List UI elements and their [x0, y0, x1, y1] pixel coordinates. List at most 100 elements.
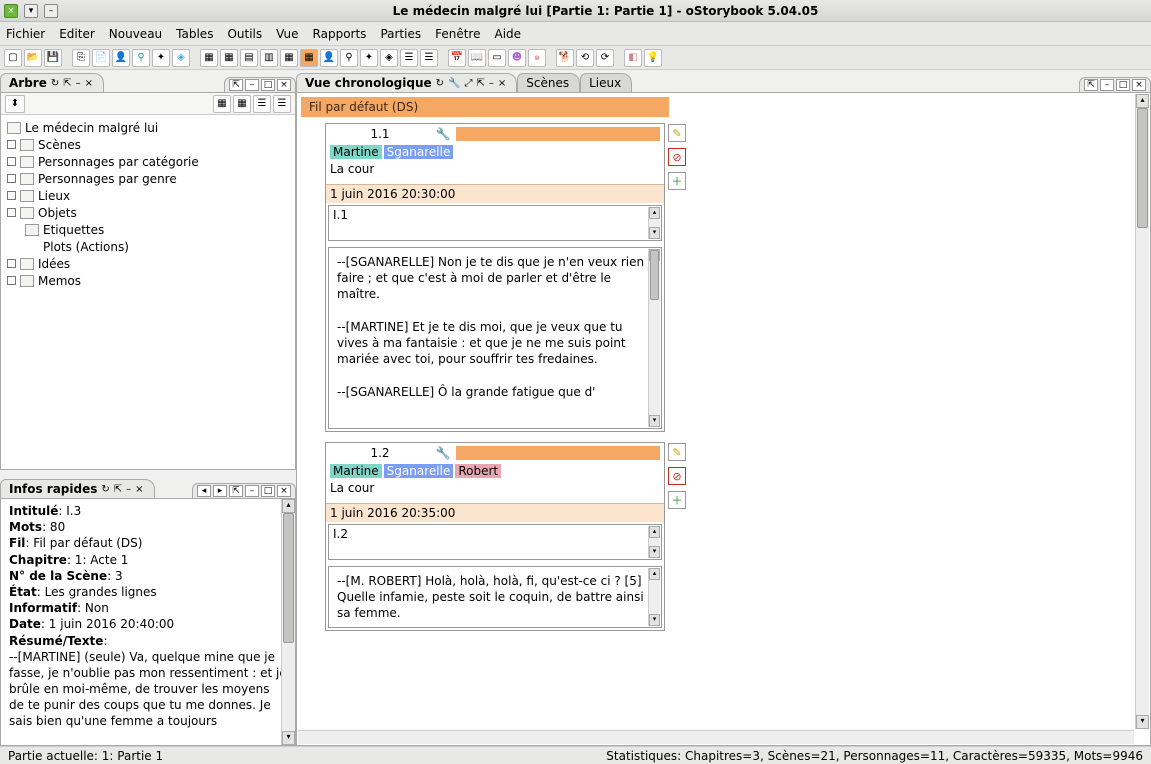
expand-icon[interactable] — [7, 174, 16, 183]
scrollbar[interactable]: ▴▾ — [648, 207, 660, 239]
grid-orange-icon[interactable]: ▦ — [300, 49, 318, 67]
menu-tables[interactable]: Tables — [176, 27, 213, 41]
panel-pin-icon[interactable]: ⇱ — [229, 79, 243, 91]
grid2-icon[interactable]: ▦ — [220, 49, 238, 67]
menu-aide[interactable]: Aide — [494, 27, 521, 41]
expand-icon[interactable] — [7, 191, 16, 200]
panel-close-icon[interactable]: × — [277, 485, 291, 497]
tree-view3-icon[interactable]: ☰ — [253, 95, 271, 113]
character-chip[interactable]: Martine — [330, 464, 382, 478]
scene-delete-button[interactable]: ⊘ — [668, 148, 686, 166]
tree-mode-icon[interactable]: ⬍ — [5, 95, 25, 113]
wrench-icon[interactable]: 🔧 — [434, 446, 452, 460]
tree-node-lieux[interactable]: Lieux — [7, 187, 289, 204]
close-icon[interactable]: × — [498, 78, 506, 89]
tag2-icon[interactable]: ◈ — [380, 49, 398, 67]
panel-min-icon[interactable]: – — [245, 485, 259, 497]
panel-max-icon[interactable]: □ — [1116, 79, 1130, 91]
expand-icon[interactable]: ⤢ — [465, 78, 473, 89]
tree-root[interactable]: Le médecin malgré lui — [7, 119, 289, 136]
chrono-hscrollbar[interactable] — [298, 730, 1134, 744]
menu-rapports[interactable]: Rapports — [313, 27, 367, 41]
tree-node-scenes[interactable]: Scènes — [7, 136, 289, 153]
scene-add-button[interactable]: ＋ — [668, 172, 686, 190]
panel-max-icon[interactable]: □ — [261, 79, 275, 91]
eraser-icon[interactable]: ◧ — [624, 49, 642, 67]
refresh-icon[interactable]: ↻ — [51, 78, 59, 89]
tree-view[interactable]: Le médecin malgré lui Scènes Personnages… — [1, 115, 295, 469]
panel-pin-icon[interactable]: ⇱ — [1084, 79, 1098, 91]
scroll-down-icon[interactable]: ▾ — [1136, 715, 1149, 729]
bulb-icon[interactable]: 💡 — [644, 49, 662, 67]
expand-icon[interactable] — [7, 140, 16, 149]
character-chip[interactable]: Martine — [330, 145, 382, 159]
list-icon[interactable]: ☰ — [400, 49, 418, 67]
menu-fenetre[interactable]: Fenêtre — [435, 27, 480, 41]
tag-icon[interactable]: ◈ — [172, 49, 190, 67]
expand-icon[interactable] — [7, 157, 16, 166]
menu-vue[interactable]: Vue — [276, 27, 298, 41]
paste-icon[interactable]: 📄 — [92, 49, 110, 67]
menu-editer[interactable]: Editer — [59, 27, 95, 41]
scene-add-button[interactable]: ＋ — [668, 491, 686, 509]
scroll-thumb[interactable] — [1137, 108, 1148, 228]
pin-icon[interactable]: ⇱ — [114, 484, 122, 495]
grid3-icon[interactable]: ▤ — [240, 49, 258, 67]
copy-icon[interactable]: ⎘ — [72, 49, 90, 67]
list2-icon[interactable]: ☰ — [420, 49, 438, 67]
tree-node-perso-genre[interactable]: Personnages par genre — [7, 170, 289, 187]
calendar-icon[interactable]: 📅 — [448, 49, 466, 67]
infos-tab[interactable]: Infos rapides ↻ ⇱ – × — [0, 479, 155, 498]
scrollbar[interactable]: ▴▾ — [648, 568, 660, 626]
panel-min-icon[interactable]: – — [1100, 79, 1114, 91]
scene-slug-field[interactable]: I.1 ▴▾ — [328, 205, 662, 241]
menu-nouveau[interactable]: Nouveau — [109, 27, 162, 41]
star2-icon[interactable]: ✦ — [360, 49, 378, 67]
panel-close-icon[interactable]: × — [277, 79, 291, 91]
panel-next-icon[interactable]: ▸ — [213, 485, 227, 497]
scene-slug-field[interactable]: I.2 ▴▾ — [328, 524, 662, 560]
window-minimize-button[interactable]: ▾ — [24, 4, 38, 18]
next-icon[interactable]: ⟳ — [596, 49, 614, 67]
expand-icon[interactable] — [7, 208, 16, 217]
panel-close-icon[interactable]: × — [1132, 79, 1146, 91]
scene-text-field[interactable]: --[M. ROBERT] Holà, holà, holà, fi, qu'e… — [328, 566, 662, 628]
expand-icon[interactable] — [7, 259, 16, 268]
new-file-icon[interactable]: ▢ — [4, 49, 22, 67]
scroll-up-icon[interactable]: ▴ — [1136, 94, 1149, 108]
grid1-icon[interactable]: ▦ — [200, 49, 218, 67]
tree-view2-icon[interactable]: ▦ — [233, 95, 251, 113]
scrollbar[interactable]: ▴▾ — [648, 526, 660, 558]
scene-edit-button[interactable]: ✎ — [668, 443, 686, 461]
wrench-icon[interactable]: 🔧 — [434, 127, 452, 141]
character-chip[interactable]: Sganarelle — [384, 464, 454, 478]
pin-icon[interactable]: ⇱ — [63, 78, 71, 89]
min-icon[interactable]: – — [76, 78, 81, 89]
chrono-vscrollbar[interactable]: ▴ ▾ — [1135, 94, 1149, 729]
scrollbar[interactable]: ▴▾ — [648, 249, 660, 427]
scroll-up-icon[interactable]: ▴ — [282, 499, 295, 513]
head-icon[interactable]: ☻ — [508, 49, 526, 67]
pin-icon[interactable]: ⇱ — [477, 78, 485, 89]
tree-node-etiquettes[interactable]: Etiquettes — [7, 221, 289, 238]
expand-icon[interactable] — [7, 276, 16, 285]
character-chip[interactable]: Sganarelle — [384, 145, 454, 159]
tree-view1-icon[interactable]: ▦ — [213, 95, 231, 113]
panel-min-icon[interactable]: – — [245, 79, 259, 91]
book-icon[interactable]: 📖 — [468, 49, 486, 67]
person2-icon[interactable]: 👤 — [320, 49, 338, 67]
chart-icon[interactable]: ▭ — [488, 49, 506, 67]
infos-scrollbar[interactable]: ▴ ▾ — [281, 499, 295, 745]
refresh-icon[interactable]: ↻ — [101, 484, 109, 495]
min-icon[interactable]: – — [489, 78, 494, 89]
tree-node-objets[interactable]: Objets — [7, 204, 289, 221]
spiral-icon[interactable]: ๑ — [528, 49, 546, 67]
tree-node-idees[interactable]: Idées — [7, 255, 289, 272]
scene-delete-button[interactable]: ⊘ — [668, 467, 686, 485]
loc2-icon[interactable]: ⚲ — [340, 49, 358, 67]
lieux-tab[interactable]: Lieux — [580, 73, 632, 92]
menu-outils[interactable]: Outils — [227, 27, 262, 41]
close-icon[interactable]: × — [135, 484, 143, 495]
grid5-icon[interactable]: ▦ — [280, 49, 298, 67]
save-icon[interactable]: 💾 — [44, 49, 62, 67]
